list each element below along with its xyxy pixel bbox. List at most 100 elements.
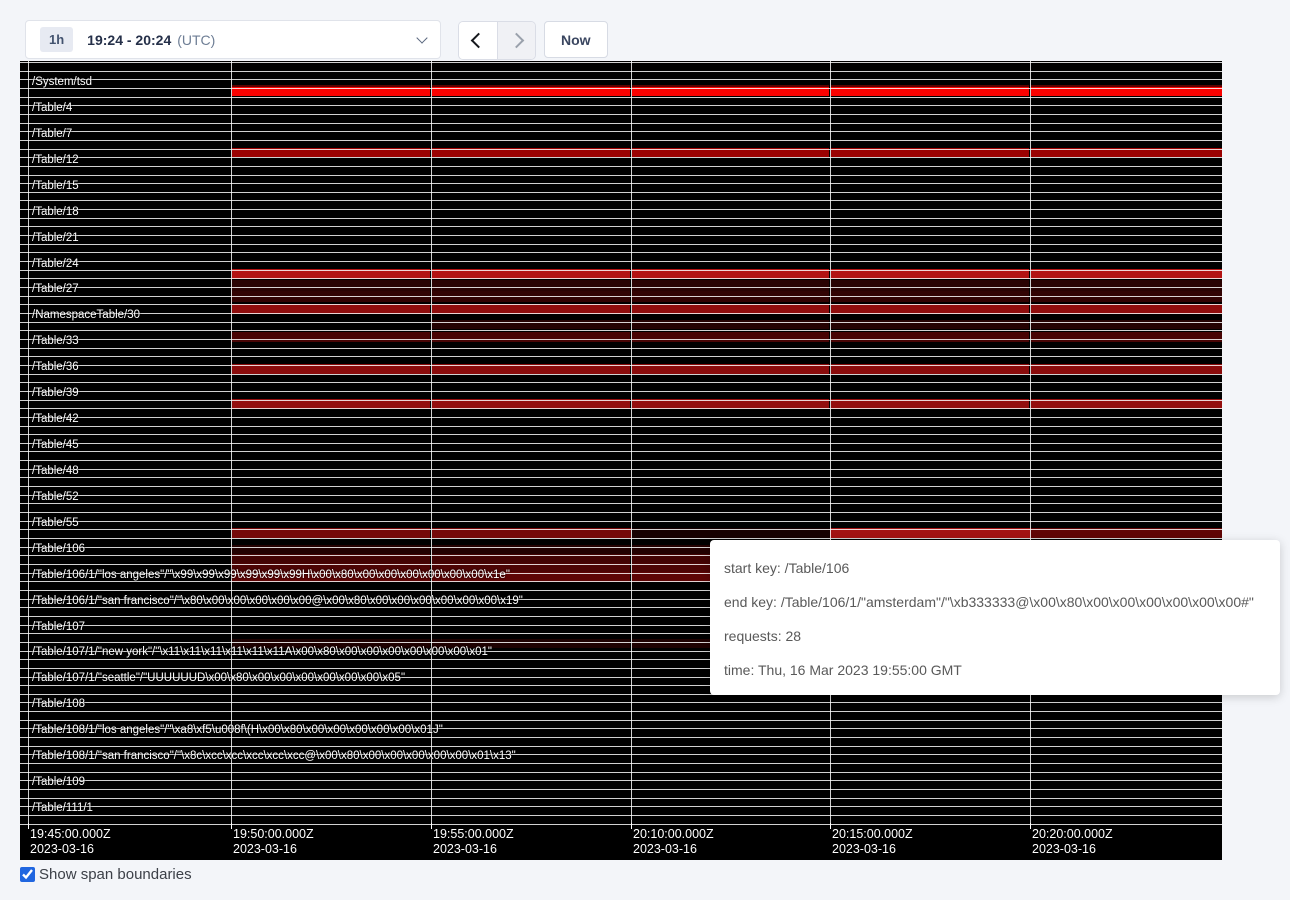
heatmap-band[interactable] <box>432 332 630 342</box>
span-boundary-line <box>20 79 1222 80</box>
axis-tick <box>28 823 29 829</box>
row-label: /Table/109 <box>32 776 85 789</box>
row-label: /Table/107/1/"seattle"/"UUUUUUD\x00\x80\… <box>32 672 405 685</box>
span-boundary-line <box>20 798 1222 799</box>
heatmap-band[interactable] <box>632 280 829 291</box>
axis-label: 20:20:00.000Z2023-03-16 <box>1032 827 1113 857</box>
span-boundary-line <box>20 780 1222 781</box>
span-boundary-line <box>20 200 1222 201</box>
span-boundary-line <box>20 443 1222 444</box>
heatmap-band[interactable] <box>232 280 430 291</box>
span-boundary-line <box>20 175 1222 176</box>
span-boundary-line <box>20 348 1222 349</box>
span-boundary-line <box>20 408 1222 409</box>
span-boundary-line <box>20 270 1222 271</box>
span-boundary-line <box>20 149 1222 150</box>
row-label: /Table/7 <box>32 128 72 141</box>
time-gridline <box>1030 61 1031 823</box>
axis-tick <box>431 823 432 829</box>
span-boundary-line <box>20 62 1222 63</box>
axis-date: 2023-03-16 <box>633 842 714 857</box>
span-boundary-line <box>20 512 1222 513</box>
span-boundary-line <box>20 417 1222 418</box>
tooltip-start-key: start key: /Table/106 <box>724 551 1270 585</box>
axis-label: 19:55:00.000Z2023-03-16 <box>433 827 514 857</box>
row-label: /Table/106/1/"los angeles"/"\x99\x99\x99… <box>32 569 510 582</box>
span-boundary-line <box>20 131 1222 132</box>
time-nav-group <box>458 21 536 60</box>
span-boundary-line <box>20 477 1222 478</box>
span-boundary-line <box>20 218 1222 219</box>
row-label: /Table/36 <box>32 361 79 374</box>
show-span-boundaries[interactable]: Show span boundaries <box>20 866 192 883</box>
axis-time: 19:50:00.000Z <box>233 827 314 842</box>
time-range-selector[interactable]: 1h 19:24 - 20:24 (UTC) <box>25 20 441 59</box>
now-button[interactable]: Now <box>544 21 608 58</box>
next-time-button[interactable] <box>497 22 535 59</box>
span-boundary-line <box>20 503 1222 504</box>
span-boundaries-checkbox[interactable] <box>20 867 35 882</box>
tooltip-requests: requests: 28 <box>724 619 1270 653</box>
span-boundary-line <box>20 451 1222 452</box>
span-boundary-line <box>20 426 1222 427</box>
span-boundary-line <box>20 772 1222 773</box>
span-boundary-line <box>20 183 1222 184</box>
span-boundary-line <box>20 711 1222 712</box>
heatmap-band[interactable] <box>432 280 630 291</box>
heatmap-band[interactable] <box>1031 280 1222 291</box>
span-boundary-line <box>20 304 1222 305</box>
span-boundary-line <box>20 469 1222 470</box>
span-boundary-line <box>20 114 1222 115</box>
span-boundary-line <box>20 400 1222 401</box>
row-label: /Table/108 <box>32 698 85 711</box>
span-boundary-line <box>20 88 1222 89</box>
heatmap-band[interactable] <box>632 332 829 342</box>
span-boundary-line <box>20 763 1222 764</box>
row-label: /Table/42 <box>32 413 79 426</box>
axis-label: 20:10:00.000Z2023-03-16 <box>633 827 714 857</box>
axis-date: 2023-03-16 <box>1032 842 1113 857</box>
timezone-text: (UTC) <box>177 32 215 48</box>
time-gridline <box>28 61 29 823</box>
axis-date: 2023-03-16 <box>233 842 314 857</box>
span-boundary-line <box>20 365 1222 366</box>
heatmap-band[interactable] <box>831 280 1029 291</box>
row-label: /Table/107/1/"new york"/"\x11\x11\x11\x1… <box>32 646 492 659</box>
span-boundary-line <box>20 806 1222 807</box>
span-boundary-line <box>20 192 1222 193</box>
span-boundary-line <box>20 209 1222 210</box>
heatmap-band[interactable] <box>831 332 1029 342</box>
span-tooltip: start key: /Table/106 end key: /Table/10… <box>710 540 1280 695</box>
time-gridline <box>631 61 632 823</box>
chevron-right-icon <box>509 33 525 49</box>
heatmap-band[interactable] <box>1031 332 1222 342</box>
span-boundary-line <box>20 322 1222 323</box>
prev-time-button[interactable] <box>459 22 497 59</box>
time-range-text: 19:24 - 20:24 <box>87 32 171 48</box>
heatmap-plot[interactable]: /System/tsd/Table/4/Table/7/Table/12/Tab… <box>20 61 1222 860</box>
span-boundary-line <box>20 391 1222 392</box>
key-visualizer-chart[interactable]: /System/tsd/Table/4/Table/7/Table/12/Tab… <box>20 61 1222 860</box>
row-label: /Table/18 <box>32 206 79 219</box>
heatmap-band[interactable] <box>232 332 430 342</box>
span-boundary-line <box>20 71 1222 72</box>
key-visualizer-page: 1h 19:24 - 20:24 (UTC) Now /System/tsd/T… <box>0 0 1290 900</box>
axis-time: 20:10:00.000Z <box>633 827 714 842</box>
span-boundary-line <box>20 356 1222 357</box>
row-label: /Table/33 <box>32 335 79 348</box>
row-label: /Table/106 <box>32 543 85 556</box>
row-label: /Table/45 <box>32 439 79 452</box>
time-gridline <box>431 61 432 823</box>
row-label: /Table/4 <box>32 102 72 115</box>
span-boundary-line <box>20 382 1222 383</box>
row-label: /Table/55 <box>32 517 79 530</box>
span-boundary-line <box>20 521 1222 522</box>
time-gridline <box>830 61 831 823</box>
span-boundary-line <box>20 702 1222 703</box>
row-label: /Table/108/1/"san francisco"/"\x8c\xcc\x… <box>32 750 516 763</box>
span-boundary-line <box>20 374 1222 375</box>
row-label: /Table/52 <box>32 491 79 504</box>
span-boundary-line <box>20 123 1222 124</box>
axis-label: 19:45:00.000Z2023-03-16 <box>30 827 111 857</box>
span-boundary-line <box>20 720 1222 721</box>
